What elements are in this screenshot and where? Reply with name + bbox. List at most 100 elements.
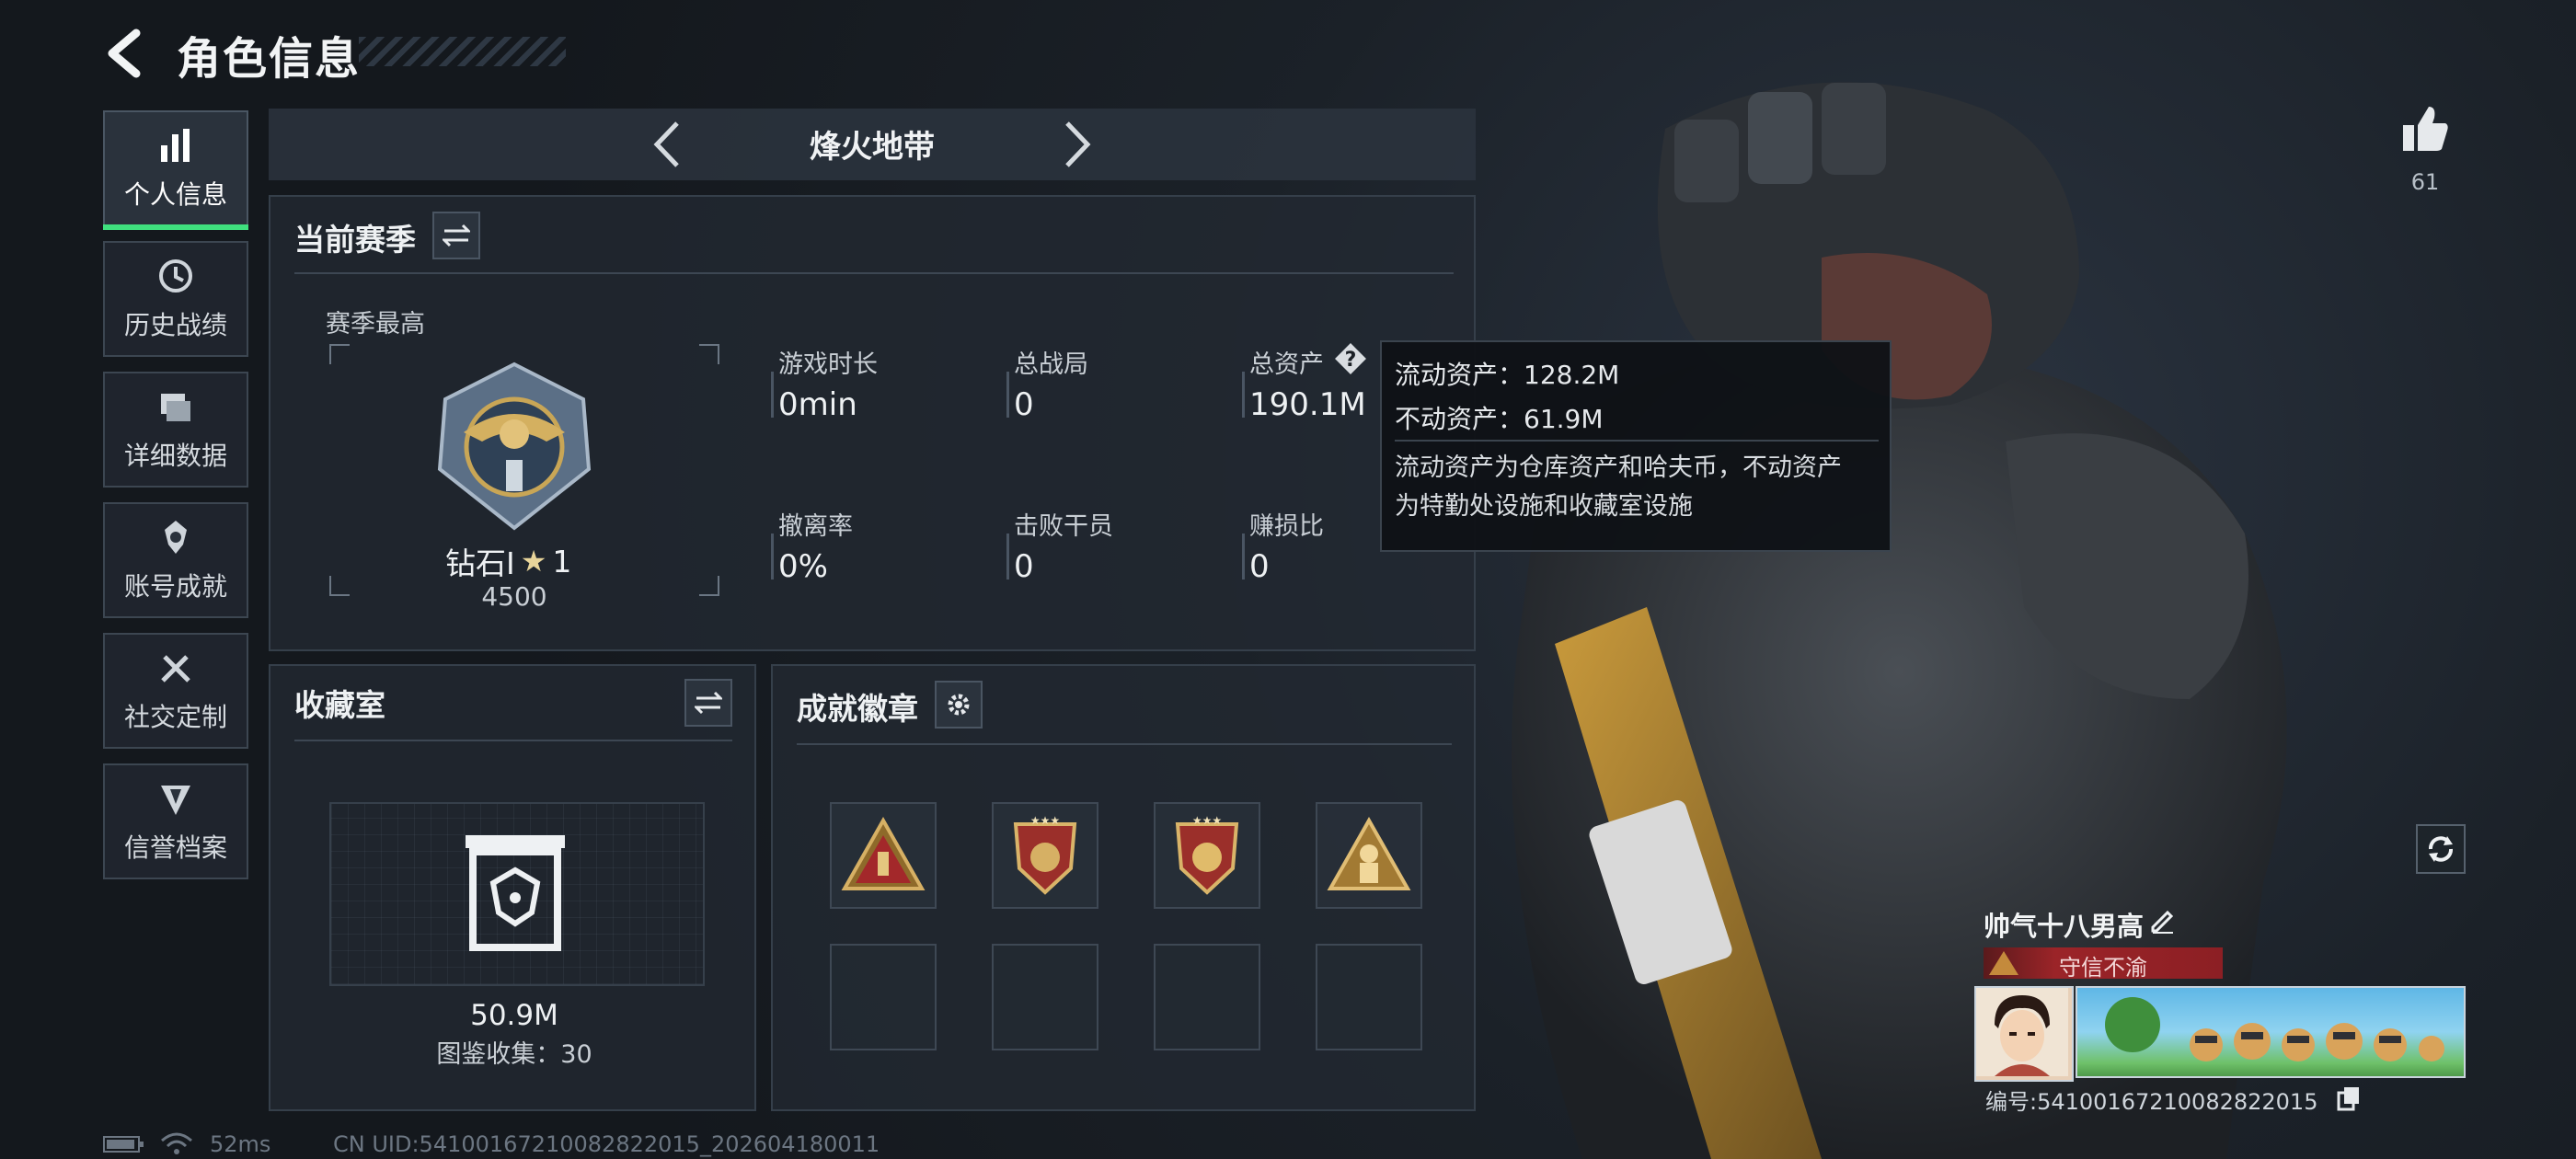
badge-slot-empty[interactable] xyxy=(992,944,1098,1050)
season-best-label: 赛季最高 xyxy=(326,310,425,339)
likes-count: 61 xyxy=(2410,169,2440,195)
sidebar-item-label: 信誉档案 xyxy=(123,832,227,863)
shield-star-badge-2-icon: ★★★ xyxy=(1175,814,1239,895)
gear-icon xyxy=(948,694,970,716)
clock-history-icon xyxy=(159,259,192,293)
tooltip-liquid-assets: 流动资产：128.2M xyxy=(1395,360,1620,390)
assets-tooltip: 流动资产：128.2M 不动资产：61.9M 流动资产为仓库资产和哈夫币，不动资… xyxy=(1380,340,1892,552)
uid-text: CN UID:54100167210082822015_202604180011 xyxy=(333,1131,880,1157)
stat-value-profit-ratio: 0 xyxy=(1249,548,1270,585)
season-title: 当前赛季 xyxy=(294,222,416,258)
frame-corner xyxy=(699,344,719,364)
achievement-icon xyxy=(165,521,187,554)
shield-credit-icon xyxy=(161,786,190,815)
stat-divider xyxy=(771,372,774,418)
tooltip-desc-line2: 为特勤处设施和收藏室设施 xyxy=(1395,492,1693,521)
collection-switch-button[interactable] xyxy=(684,679,732,727)
stat-label-extraction-rate: 撤离率 xyxy=(778,512,853,541)
tooltip-desc-line1: 流动资产为仓库资产和哈夫币，不动资产 xyxy=(1395,453,1842,482)
collection-value: 50.9M xyxy=(470,999,558,1032)
sidebar-item-history[interactable]: 历史战绩 xyxy=(103,241,248,357)
rank-emblem-icon xyxy=(437,361,592,531)
collection-panel: 收藏室 50.9M 图鉴收集：30 xyxy=(269,664,756,1111)
rank-name: 钻石Ⅰ xyxy=(445,545,515,581)
copy-icon[interactable] xyxy=(2337,1085,2361,1111)
rank-stars: 1 xyxy=(552,543,572,580)
stat-divider xyxy=(1242,534,1245,580)
sidebar-item-label: 历史战绩 xyxy=(123,310,227,340)
svg-text:★★★: ★★★ xyxy=(1030,814,1060,827)
stat-value-playtime: 0min xyxy=(778,386,857,423)
next-mode-button[interactable] xyxy=(1051,118,1100,171)
title-decoration xyxy=(359,37,566,66)
badge-slot[interactable] xyxy=(1316,802,1422,909)
stat-value-extraction-rate: 0% xyxy=(778,548,828,585)
stat-divider xyxy=(1006,372,1009,418)
back-arrow-icon[interactable] xyxy=(99,26,155,81)
sidebar-item-label: 个人信息 xyxy=(123,179,227,210)
folders-icon xyxy=(161,394,190,421)
sidebar-item-personal-info[interactable]: 个人信息 xyxy=(103,110,248,230)
collection-title: 收藏室 xyxy=(294,687,385,723)
stat-label-profit-ratio: 赚损比 xyxy=(1249,512,1324,541)
mode-nav-bar: 烽火地带 xyxy=(269,109,1476,180)
badge-slot[interactable] xyxy=(830,802,937,909)
edit-pencil-icon[interactable] xyxy=(2149,907,2177,935)
wifi-icon xyxy=(161,1132,192,1154)
stat-label-kills: 击败干员 xyxy=(1014,512,1113,541)
avatar[interactable] xyxy=(1974,986,2074,1082)
refresh-icon xyxy=(2429,836,2453,862)
star-icon: ★ xyxy=(520,544,547,579)
badge-slot[interactable]: ★★★ xyxy=(992,802,1098,909)
sidebar-item-detailed-data[interactable]: 详细数据 xyxy=(103,372,248,488)
shield-star-badge-icon: ★★★ xyxy=(1013,814,1077,895)
profile-banner[interactable] xyxy=(2076,986,2466,1078)
badges-panel: 成就徽章 ★★★ ★★★ xyxy=(771,664,1476,1111)
sidebar-item-achievements[interactable]: 账号成就 xyxy=(103,502,248,618)
badge-slot[interactable]: ★★★ xyxy=(1154,802,1260,909)
season-switch-button[interactable] xyxy=(432,212,480,259)
sidebar-item-label: 账号成就 xyxy=(123,571,227,602)
badges-settings-button[interactable] xyxy=(935,681,983,729)
triangle-flag-badge-icon xyxy=(841,816,926,890)
mode-title: 烽火地带 xyxy=(810,129,935,166)
sidebar-item-label: 社交定制 xyxy=(123,702,227,732)
credit-tag: 守信不渝 xyxy=(1984,947,2223,981)
svg-text:★★★: ★★★ xyxy=(1192,814,1222,827)
badge-slot-empty[interactable] xyxy=(1154,944,1260,1050)
bar-chart-icon xyxy=(161,129,190,162)
help-icon[interactable]: ? xyxy=(1332,340,1369,377)
frame-corner xyxy=(329,344,350,364)
tooltip-fixed-assets: 不动资产：61.9M xyxy=(1395,404,1604,434)
rotate-button[interactable] xyxy=(2416,824,2466,874)
collection-vault-icon[interactable] xyxy=(460,832,570,951)
player-name: 帅气十八男高 xyxy=(1984,911,2145,942)
ping-value: 52ms xyxy=(210,1131,271,1157)
rank-points: 4500 xyxy=(481,581,547,612)
sidebar-item-social-custom[interactable]: 社交定制 xyxy=(103,633,248,749)
divider xyxy=(1395,440,1879,442)
rank-line: 钻石Ⅰ ★ 1 xyxy=(445,539,571,583)
sidebar-item-label: 详细数据 xyxy=(123,441,227,471)
stat-divider xyxy=(771,534,774,580)
swap-icon xyxy=(695,691,722,715)
triangle-soldier-badge-icon xyxy=(1327,816,1411,890)
badge-slot-empty[interactable] xyxy=(830,944,937,1050)
sidebar-item-credit-file[interactable]: 信誉档案 xyxy=(103,763,248,879)
thumbs-up-icon[interactable] xyxy=(2399,103,2451,155)
stat-value-kills: 0 xyxy=(1014,548,1034,585)
divider xyxy=(294,740,732,741)
stat-value-total-assets: 190.1M xyxy=(1249,386,1366,423)
tools-icon xyxy=(161,655,190,683)
stat-label-playtime: 游戏时长 xyxy=(778,350,878,379)
badge-slot-empty[interactable] xyxy=(1316,944,1422,1050)
stat-label-total-assets: 总资产 xyxy=(1249,350,1324,379)
season-panel: 当前赛季 赛季最高 钻石Ⅰ ★ 1 4500 游戏时长 0min 总战局 0 总… xyxy=(269,195,1476,651)
collection-catalog: 图鉴收集：30 xyxy=(436,1040,592,1069)
badges-title: 成就徽章 xyxy=(797,691,918,727)
credit-tag-label: 守信不渝 xyxy=(2059,955,2147,981)
battery-icon xyxy=(103,1136,144,1153)
svg-text:?: ? xyxy=(1345,349,1357,372)
swap-icon xyxy=(443,224,470,247)
stat-divider xyxy=(1006,534,1009,580)
